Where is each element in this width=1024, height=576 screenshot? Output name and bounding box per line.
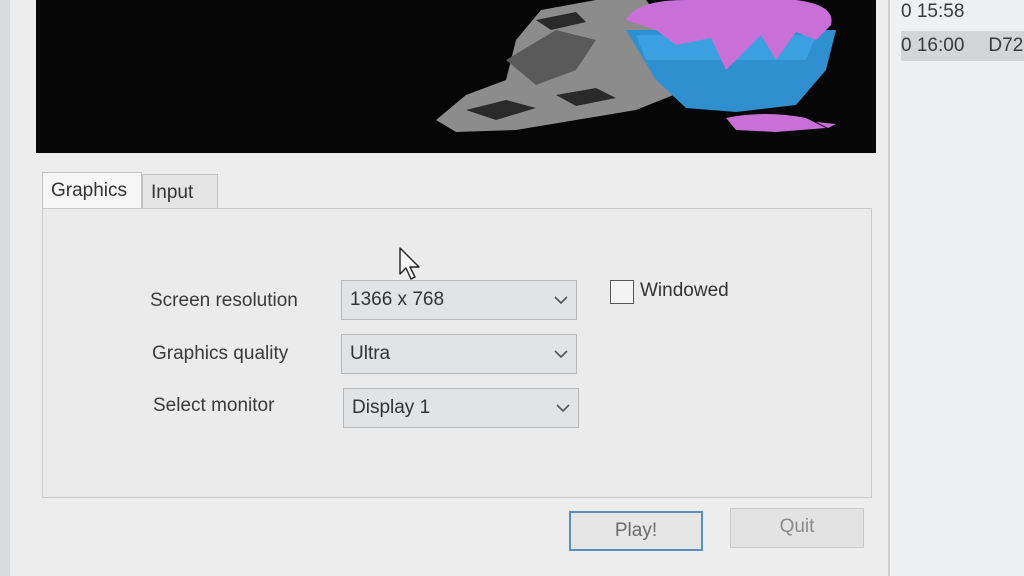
graphics-quality-select[interactable]: Ultra xyxy=(341,334,577,374)
game-banner-image xyxy=(36,0,876,153)
mouse-cursor-icon xyxy=(399,247,420,280)
graphics-quality-label: Graphics quality xyxy=(152,343,289,364)
quit-button[interactable]: Quit xyxy=(730,508,864,548)
list-item-extra: D72 xyxy=(988,35,1024,56)
chevron-down-icon xyxy=(554,296,568,305)
tab-input[interactable]: Input xyxy=(142,174,218,210)
tab-graphics[interactable]: Graphics xyxy=(42,172,142,210)
windowed-label[interactable]: Windowed xyxy=(640,280,729,302)
play-button[interactable]: Play! xyxy=(569,511,703,551)
select-monitor-value: Display 1 xyxy=(352,397,431,418)
select-monitor-label: Select monitor xyxy=(153,395,275,416)
screen-resolution-select[interactable]: 1366 x 768 xyxy=(341,280,577,320)
banner-artwork xyxy=(36,0,876,153)
select-monitor-select[interactable]: Display 1 xyxy=(343,388,579,428)
chevron-down-icon xyxy=(554,350,568,359)
screen-resolution-value: 1366 x 768 xyxy=(350,289,445,310)
screen-resolution-label: Screen resolution xyxy=(150,290,298,311)
tab-graphics-label: Graphics xyxy=(51,180,128,201)
list-item-time: 0 16:00 xyxy=(901,35,965,56)
chevron-down-icon xyxy=(556,404,570,413)
background-window: 0 15:58 0 16:00 D72 xyxy=(886,0,1024,576)
list-item-time: 0 15:58 xyxy=(901,1,965,22)
list-item[interactable]: 0 15:58 xyxy=(901,0,1024,27)
windowed-checkbox[interactable] xyxy=(610,280,634,304)
tab-input-label: Input xyxy=(151,182,194,203)
list-item-selected[interactable]: 0 16:00 D72 xyxy=(901,31,1024,61)
graphics-quality-value: Ultra xyxy=(350,343,391,364)
